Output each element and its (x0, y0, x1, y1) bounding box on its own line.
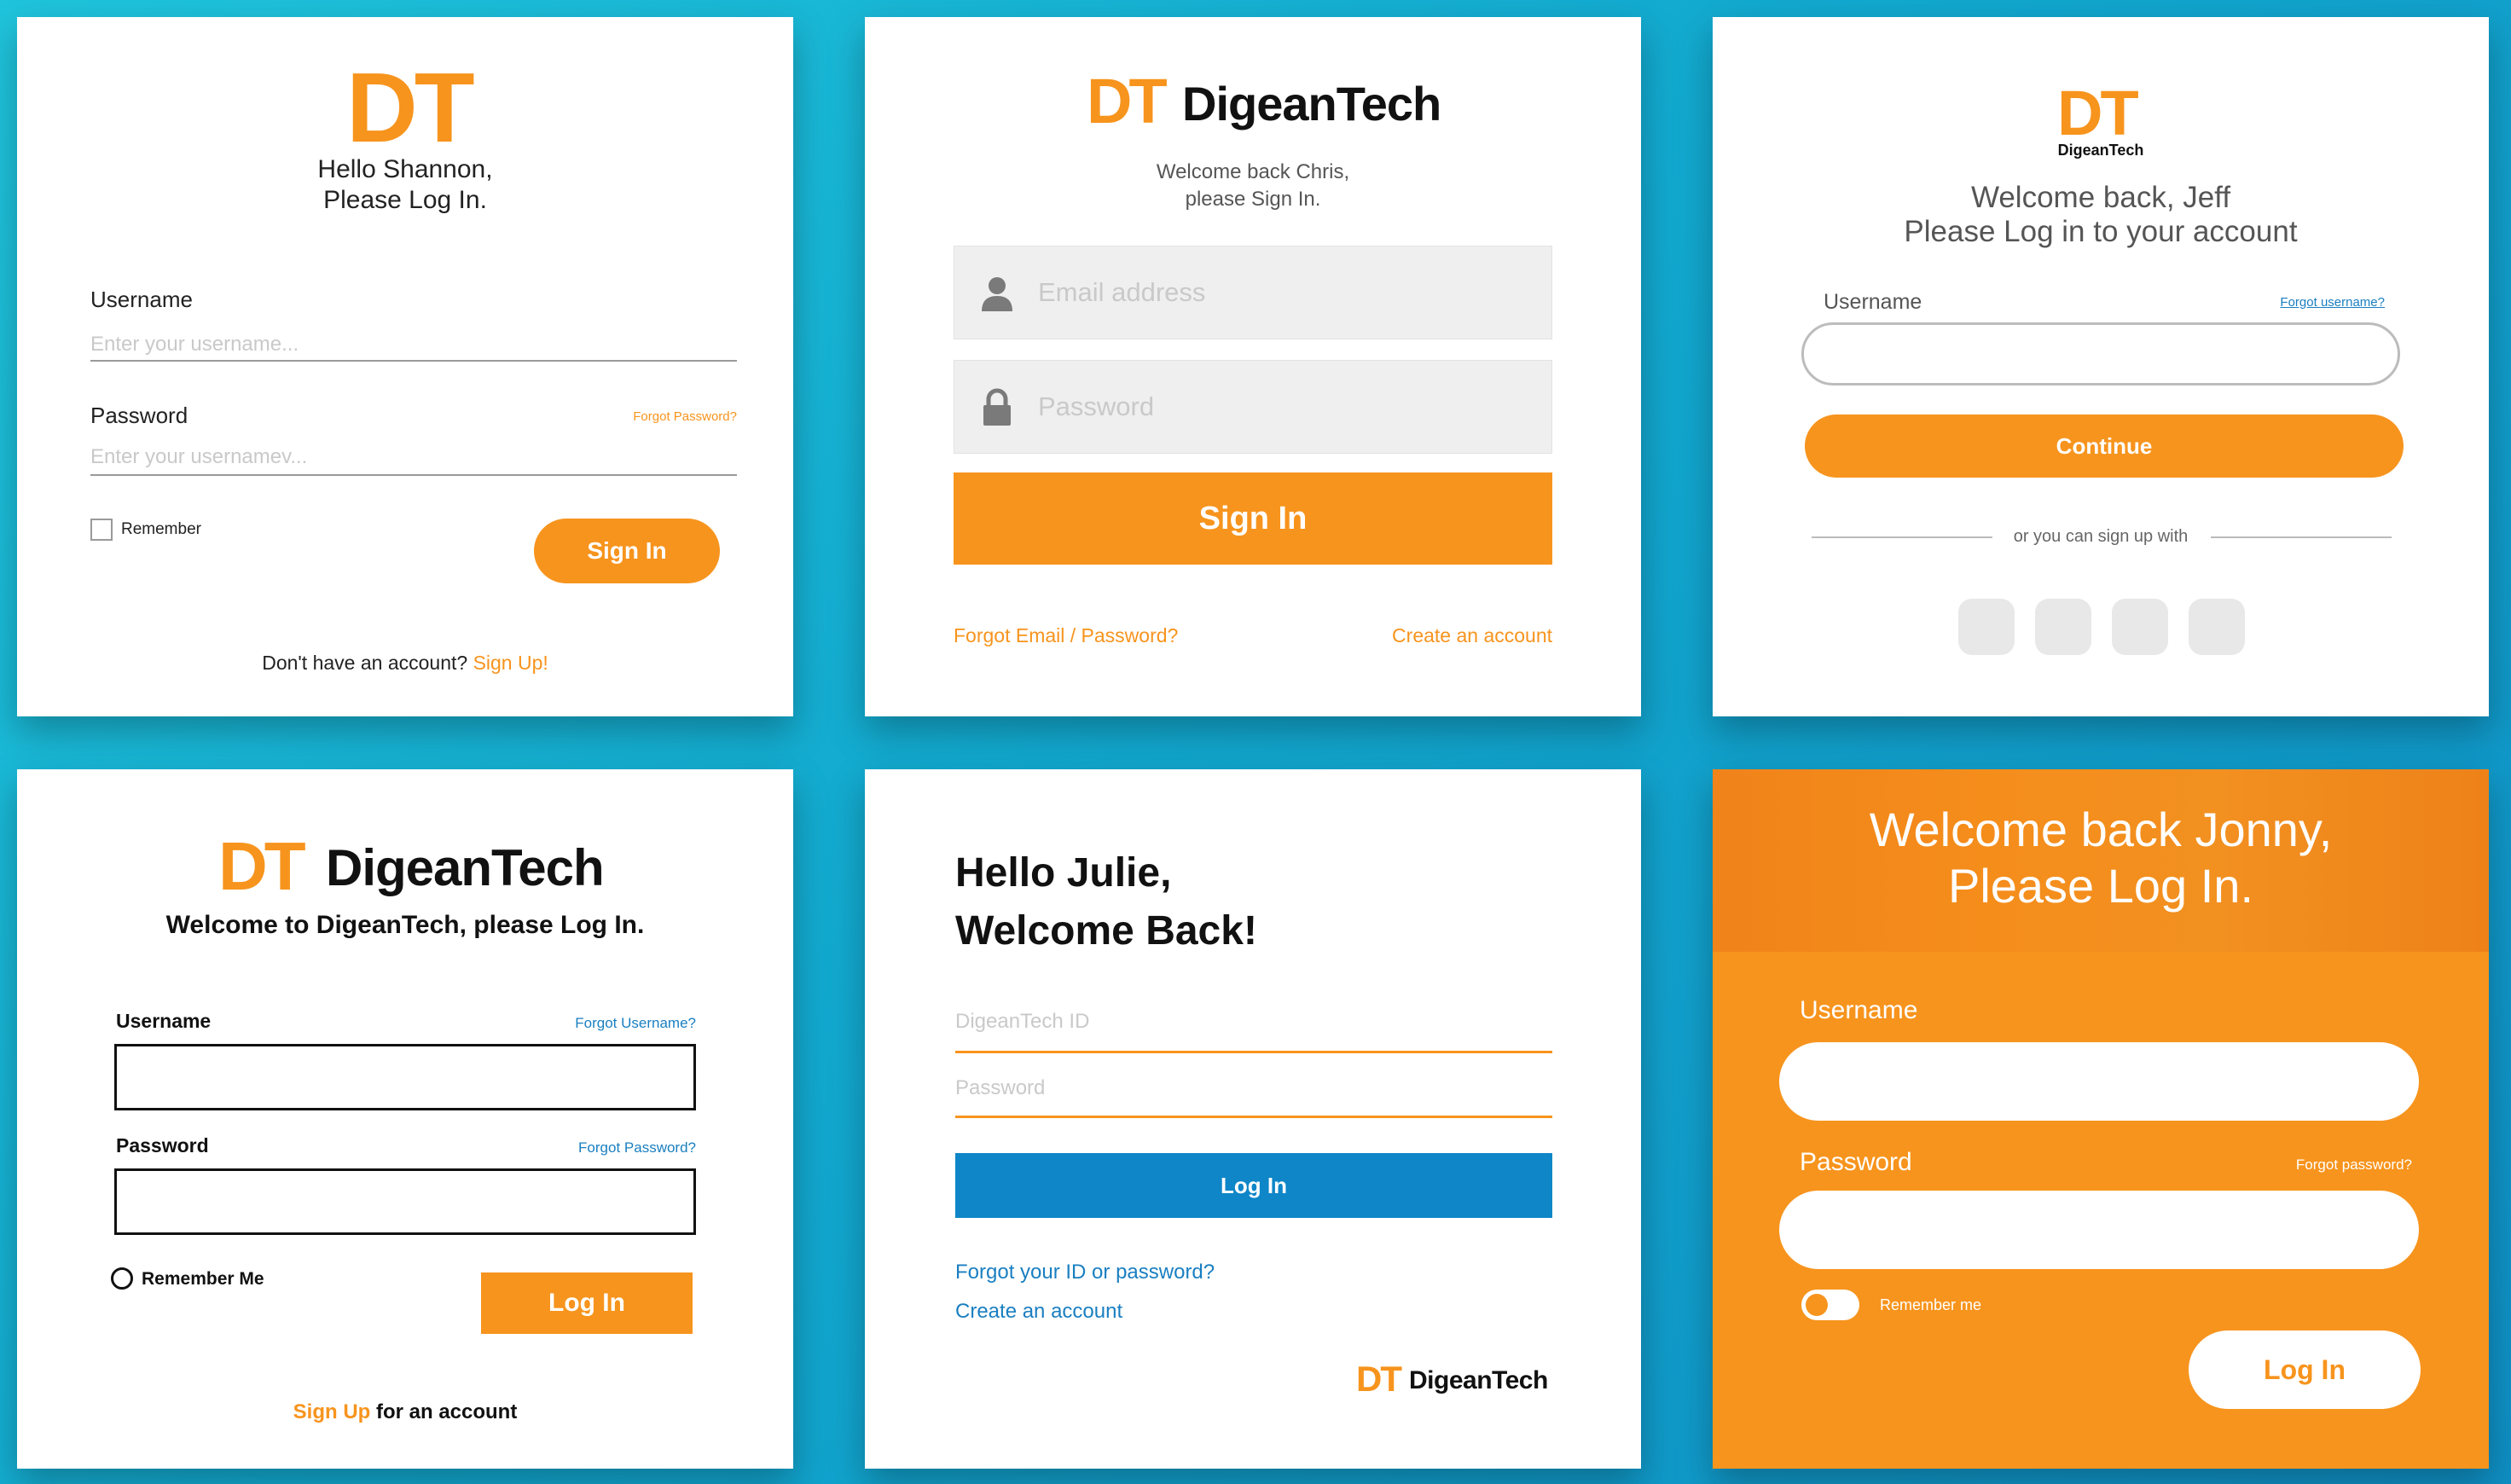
email-field[interactable] (954, 246, 1552, 339)
brand-name: DigeanTech (326, 839, 605, 896)
continue-button-label: Continue (2056, 432, 2153, 459)
divider-right (2211, 536, 2392, 538)
dt-logo: DT (1356, 1359, 1402, 1399)
forgot-id-password-link[interactable]: Forgot your ID or password? (955, 1261, 1215, 1284)
username-input[interactable] (90, 328, 737, 362)
username-input[interactable] (1801, 322, 2400, 385)
forgot-username-link[interactable]: Forgot username? (2280, 295, 2385, 310)
password-label: Password (1800, 1148, 1912, 1176)
social-icon-3[interactable] (2112, 599, 2168, 655)
brand-header: DT DigeanTech (218, 832, 611, 901)
social-icon-4[interactable] (2189, 599, 2245, 655)
welcome-line-2: Please Log in to your account (1904, 215, 2298, 248)
username-input[interactable] (114, 1044, 696, 1110)
id-underline (955, 1051, 1552, 1053)
login-card-julie: Hello Julie, Welcome Back! Log In Forgot… (865, 769, 1641, 1469)
greeting-line-2: Welcome Back! (955, 908, 1257, 954)
dt-logo: DT (2057, 78, 2139, 148)
username-label: Username (90, 287, 193, 312)
signin-button-label: Sign In (587, 537, 667, 564)
greeting-line-1: Hello Julie, (955, 850, 1172, 896)
login-card-welcome: DT DigeanTech Welcome to DigeanTech, ple… (17, 769, 793, 1469)
remember-label: Remember Me (142, 1269, 264, 1289)
username-underline (90, 360, 737, 362)
social-icon-1[interactable] (1958, 599, 2015, 655)
login-button-label: Log In (1221, 1172, 1287, 1198)
brand-name: DigeanTech (1182, 77, 1441, 130)
password-input[interactable] (114, 1168, 696, 1235)
forgot-password-link[interactable]: Forgot Password? (578, 1139, 696, 1156)
username-label: Username (1824, 290, 1922, 314)
login-card-jeff: DT DigeanTech Welcome back, Jeff Please … (1713, 17, 2489, 716)
signup-link[interactable]: Sign Up! (473, 652, 548, 674)
greeting-line-1: Hello Shannon, (317, 155, 493, 183)
welcome-line-1: Welcome back, Jeff (1970, 181, 2231, 214)
signup-row: Don't have an account? Sign Up! (17, 652, 793, 675)
remember-toggle[interactable] (1801, 1290, 1859, 1320)
signin-button-label: Sign In (1198, 500, 1308, 536)
password-input[interactable] (90, 440, 737, 474)
email-input[interactable] (1038, 272, 1533, 313)
username-input[interactable] (1779, 1042, 2419, 1121)
remember-label: Remember me (1880, 1296, 1982, 1313)
dt-logo: DT (1087, 66, 1168, 136)
remember-radio[interactable] (111, 1267, 133, 1290)
password-input[interactable] (1038, 386, 1533, 427)
signup-suffix: for an account (375, 1400, 518, 1423)
forgot-password-link[interactable]: Forgot Password? (633, 409, 737, 424)
login-button[interactable]: Log In (2189, 1330, 2421, 1409)
continue-button[interactable]: Continue (1805, 414, 2404, 478)
no-account-text: Don't have an account? (262, 652, 468, 674)
login-card-shannon: DT Hello Shannon, Please Log In. Usernam… (17, 17, 793, 716)
social-icon-2[interactable] (2035, 599, 2091, 655)
login-button[interactable]: Log In (481, 1272, 693, 1334)
toggle-knob (1806, 1294, 1828, 1316)
username-label: Username (116, 1010, 212, 1032)
login-button-label: Log In (548, 1289, 625, 1317)
remember-checkbox[interactable] (90, 519, 113, 541)
forgot-username-link[interactable]: Forgot Username? (575, 1015, 696, 1032)
password-field[interactable] (954, 360, 1552, 454)
login-card-jonny: Welcome back Jonny, Please Log In. Usern… (1713, 769, 2489, 1469)
login-button-label: Log In (2264, 1354, 2346, 1385)
welcome-line-1: Welcome back Chris, (1156, 160, 1350, 183)
signin-button[interactable]: Sign In (534, 519, 720, 583)
create-account-link[interactable]: Create an account (955, 1300, 1122, 1324)
brand-header: DT DigeanTech (1087, 70, 1445, 138)
welcome-line-1: Welcome back Jonny, (1869, 803, 2333, 856)
dt-logo: DT (218, 828, 306, 904)
brand-footer: DT DigeanTech (1356, 1361, 1586, 1404)
password-label: Password (90, 403, 188, 428)
signin-button[interactable]: Sign In (954, 472, 1552, 565)
password-input[interactable] (955, 1071, 1552, 1105)
username-label: Username (1800, 996, 1918, 1024)
login-card-chris: DT DigeanTech Welcome back Chris, please… (865, 17, 1641, 716)
dt-logo: DT (346, 52, 475, 163)
signup-link[interactable]: Sign Up (293, 1400, 371, 1423)
digeantech-id-input[interactable] (955, 1005, 1552, 1039)
login-button[interactable]: Log In (955, 1153, 1552, 1218)
create-account-link[interactable]: Create an account (1392, 624, 1552, 647)
signup-row: Sign Up for an account (17, 1400, 793, 1424)
brand-name: DigeanTech (1409, 1366, 1548, 1394)
forgot-email-password-link[interactable]: Forgot Email / Password? (954, 624, 1178, 647)
welcome-line-2: please Sign In. (1185, 188, 1321, 211)
welcome-line-2: Please Log In. (1947, 859, 2254, 913)
forgot-password-link[interactable]: Forgot password? (2296, 1156, 2412, 1174)
password-input[interactable] (1779, 1191, 2419, 1269)
password-underline (90, 474, 737, 476)
lock-icon (982, 388, 1012, 432)
welcome-text: Welcome to DigeanTech, please Log In. (165, 911, 645, 939)
remember-label: Remember (121, 520, 201, 538)
brand-name-small: DigeanTech (2057, 142, 2144, 159)
password-label: Password (116, 1134, 209, 1156)
greeting-line-2: Please Log In. (323, 186, 487, 214)
password-underline (955, 1116, 1552, 1118)
user-icon (980, 275, 1014, 317)
